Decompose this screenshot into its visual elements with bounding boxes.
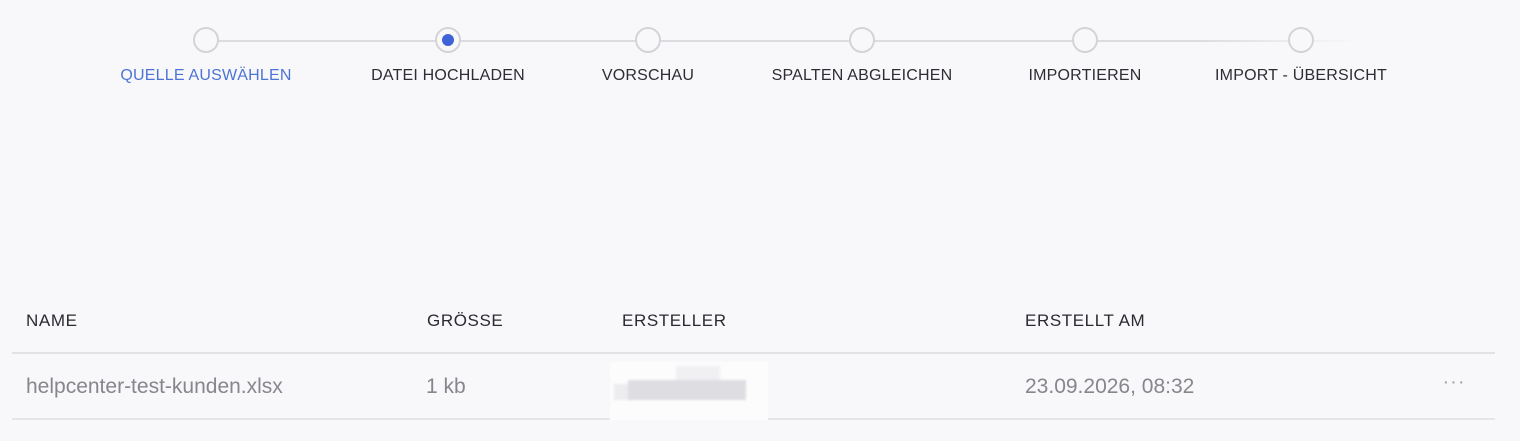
column-header-created-at[interactable]: ERSTELLT AM: [1025, 311, 1145, 331]
column-header-size[interactable]: GRÖSSE: [427, 311, 503, 331]
creator-redacted: [610, 362, 768, 420]
column-header-name[interactable]: NAME: [26, 311, 78, 331]
step-circle-icon: [849, 27, 875, 53]
column-header-creator[interactable]: ERSTELLER: [622, 311, 727, 331]
table-row[interactable]: helpcenter-test-kunden.xlsx 1 kb 23.09.2…: [12, 354, 1495, 420]
step-circle-icon: [635, 27, 661, 53]
step-circle-icon: [193, 27, 219, 53]
file-name: helpcenter-test-kunden.xlsx: [26, 375, 283, 398]
import-stepper: QUELLE AUSWÄHLEN DATEI HOCHLADEN VORSCHA…: [0, 0, 1520, 110]
more-horizontal-icon[interactable]: ···: [1440, 368, 1468, 396]
stepper-line: [206, 40, 1360, 42]
step-circle-icon: [1072, 27, 1098, 53]
file-size: 1 kb: [426, 375, 466, 398]
step-circle-active-icon: [435, 27, 461, 53]
created-at: 23.09.2026, 08:32: [1025, 375, 1195, 398]
step-label: IMPORT - ÜBERSICHT: [1215, 67, 1387, 84]
file-table: NAME GRÖSSE ERSTELLER ERSTELLT AM helpce…: [12, 300, 1495, 420]
step-circle-icon: [1288, 27, 1314, 53]
table-header: NAME GRÖSSE ERSTELLER ERSTELLT AM: [12, 300, 1495, 354]
